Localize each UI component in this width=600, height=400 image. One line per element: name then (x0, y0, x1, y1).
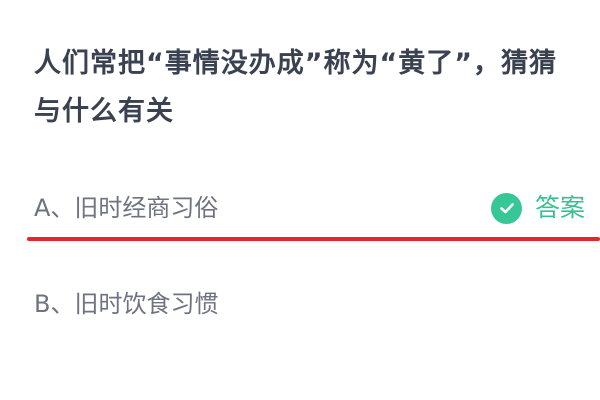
answer-label: 答案 (535, 193, 586, 222)
quiz-page: 人们常把“事情没办成”称为“黄了”，猜猜与什么有关 A、旧时经商习俗 答案 B、… (0, 0, 600, 400)
question-text: 人们常把“事情没办成”称为“黄了”，猜猜与什么有关 (34, 48, 557, 127)
option-b-label: B、旧时饮食习惯 (34, 290, 219, 318)
option-a-label: A、旧时经商习俗 (34, 194, 219, 222)
option-a[interactable]: A、旧时经商习俗 答案 (0, 178, 600, 238)
option-b[interactable]: B、旧时饮食习惯 (0, 274, 600, 334)
check-icon (491, 192, 522, 224)
answer-badge: 答案 (491, 191, 585, 225)
answer-underline (27, 237, 600, 241)
